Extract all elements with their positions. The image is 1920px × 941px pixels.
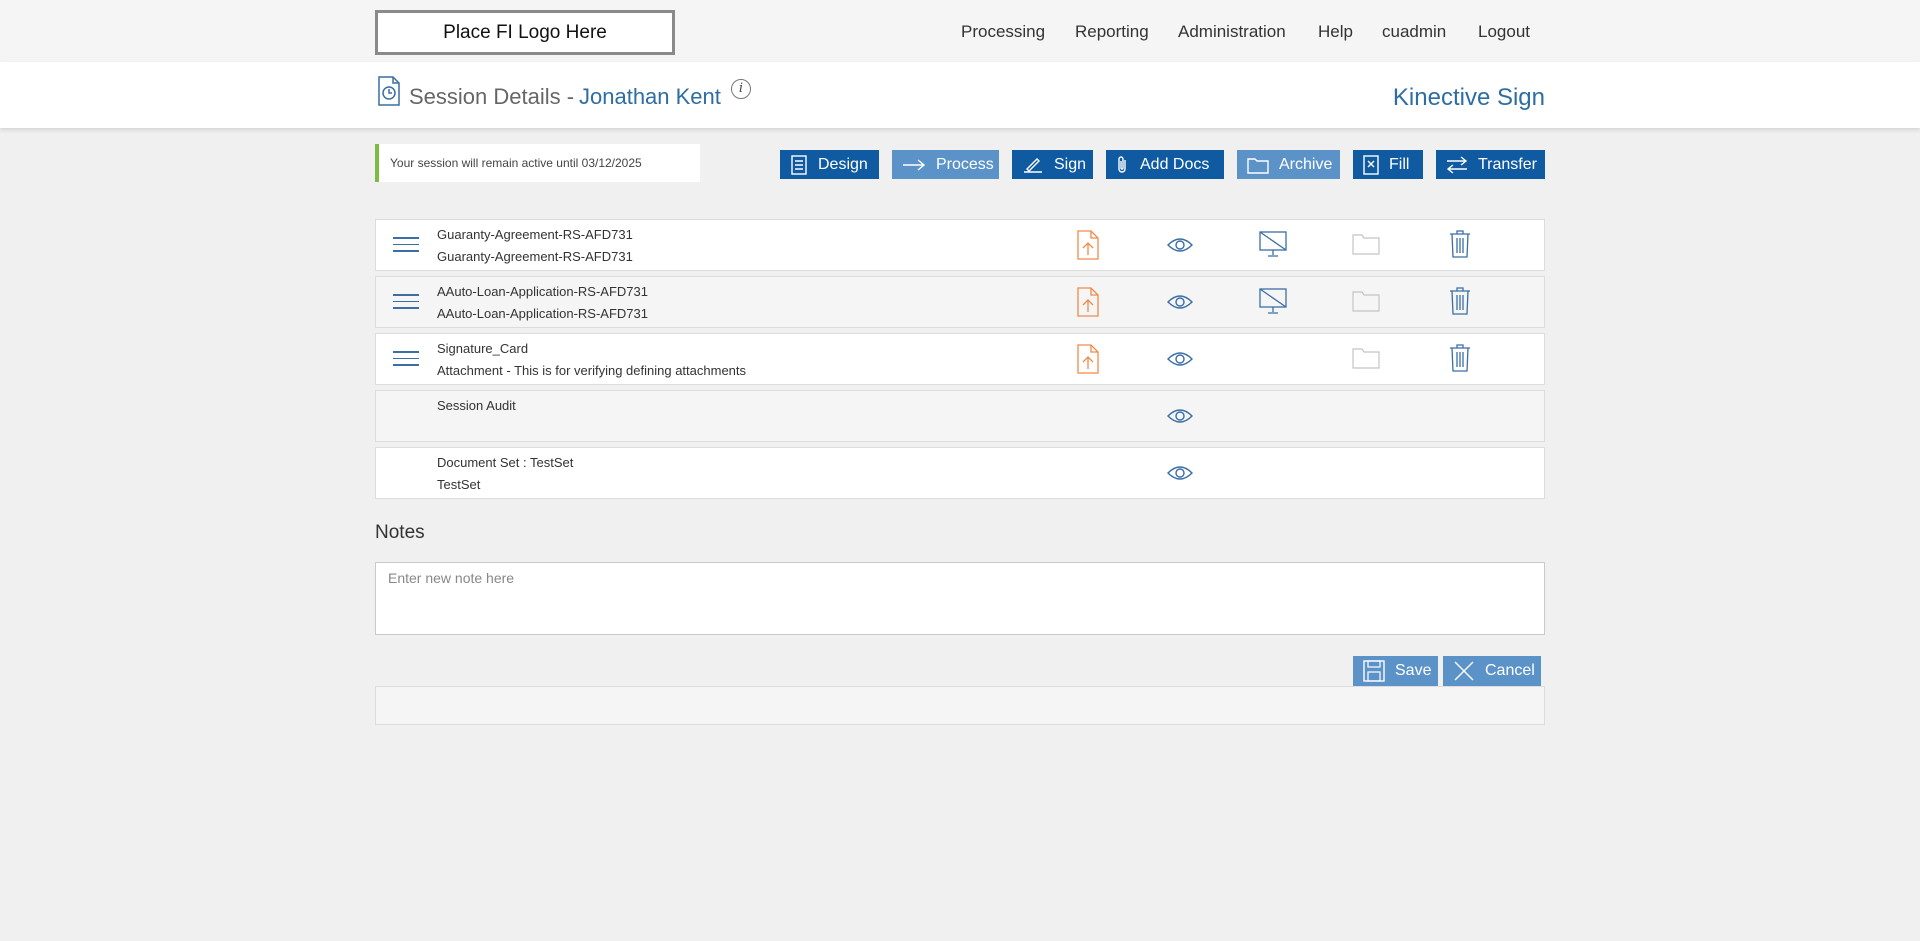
- document-description: AAuto-Loan-Application-RS-AFD731: [437, 306, 648, 321]
- add-docs-button[interactable]: Add Docs: [1106, 150, 1224, 179]
- save-icon: [1363, 660, 1385, 682]
- process-button[interactable]: Process: [892, 150, 999, 179]
- nav-user[interactable]: cuadmin: [1382, 22, 1446, 42]
- document-description: Attachment - This is for verifying defin…: [437, 363, 747, 378]
- trash-icon[interactable]: [1449, 344, 1471, 372]
- archive-button[interactable]: Archive: [1237, 150, 1340, 179]
- upload-file-icon[interactable]: [1076, 344, 1100, 374]
- document-row: Session Audit: [375, 390, 1545, 442]
- trash-icon[interactable]: [1449, 287, 1471, 315]
- drag-handle-icon[interactable]: [393, 294, 419, 310]
- fill-button[interactable]: Fill: [1353, 150, 1423, 179]
- customer-name-link[interactable]: Jonathan Kent: [579, 84, 721, 110]
- paperclip-icon: [1118, 155, 1126, 173]
- nav-help[interactable]: Help: [1318, 22, 1353, 42]
- session-history-icon: [378, 76, 400, 106]
- monitor-disabled-icon[interactable]: [1259, 230, 1287, 260]
- trash-icon[interactable]: [1449, 230, 1471, 258]
- logo-placeholder[interactable]: Place FI Logo Here: [375, 10, 675, 55]
- notes-title: Notes: [375, 522, 425, 543]
- folder-icon[interactable]: [1352, 347, 1380, 369]
- document-name: Signature_Card: [437, 341, 529, 356]
- cancel-button[interactable]: Cancel: [1443, 656, 1541, 686]
- document-description: TestSet: [437, 477, 481, 492]
- document-row: Signature_Card Attachment - This is for …: [375, 333, 1545, 385]
- nav-reporting[interactable]: Reporting: [1075, 22, 1149, 42]
- monitor-disabled-icon[interactable]: [1259, 287, 1287, 317]
- sign-button[interactable]: Sign: [1012, 150, 1093, 179]
- upload-file-icon[interactable]: [1076, 287, 1100, 317]
- drag-handle-icon[interactable]: [393, 351, 419, 367]
- eye-icon[interactable]: [1166, 292, 1194, 312]
- brand-name: Kinective Sign: [1392, 84, 1545, 111]
- design-button[interactable]: Design: [780, 150, 879, 179]
- drag-handle-icon[interactable]: [393, 237, 419, 253]
- top-navbar: Place FI Logo Here Processing Reporting …: [0, 0, 1920, 62]
- nav-processing[interactable]: Processing: [961, 22, 1045, 42]
- eye-icon[interactable]: [1166, 349, 1194, 369]
- form-fill-icon: [1363, 154, 1379, 175]
- folder-icon[interactable]: [1352, 290, 1380, 312]
- session-timeout-notice: Your session will remain active until 03…: [375, 144, 700, 182]
- document-name: Document Set : TestSet: [437, 455, 574, 470]
- save-button[interactable]: Save: [1353, 656, 1438, 686]
- document-name: Guaranty-Agreement-RS-AFD731: [437, 227, 633, 242]
- nav-logout[interactable]: Logout: [1478, 22, 1530, 42]
- upload-file-icon[interactable]: [1076, 230, 1100, 260]
- document-row: AAuto-Loan-Application-RS-AFD731 AAuto-L…: [375, 276, 1545, 328]
- session-header: Session Details - Jonathan Kent i Kinect…: [0, 62, 1920, 128]
- notes-list: [375, 686, 1545, 725]
- new-note-input[interactable]: [375, 562, 1545, 635]
- nav-administration[interactable]: Administration: [1178, 22, 1286, 42]
- document-row: Document Set : TestSet TestSet: [375, 447, 1545, 499]
- eye-icon[interactable]: [1166, 406, 1194, 426]
- document-description: Guaranty-Agreement-RS-AFD731: [437, 249, 633, 264]
- document-list-icon: [791, 154, 807, 175]
- folder-icon: [1247, 157, 1269, 174]
- page-title: Session Details -: [409, 84, 575, 109]
- arrow-right-icon: [903, 158, 926, 171]
- transfer-button[interactable]: Transfer: [1436, 150, 1545, 179]
- document-name: AAuto-Loan-Application-RS-AFD731: [437, 284, 648, 299]
- eye-icon[interactable]: [1166, 235, 1194, 255]
- document-row: Guaranty-Agreement-RS-AFD731 Guaranty-Ag…: [375, 219, 1545, 271]
- close-icon: [1454, 661, 1474, 681]
- eye-icon[interactable]: [1166, 463, 1194, 483]
- swap-arrows-icon: [1446, 155, 1468, 174]
- document-name: Session Audit: [437, 398, 516, 413]
- info-icon[interactable]: i: [731, 79, 751, 99]
- folder-icon[interactable]: [1352, 233, 1380, 255]
- pen-icon: [1024, 157, 1042, 173]
